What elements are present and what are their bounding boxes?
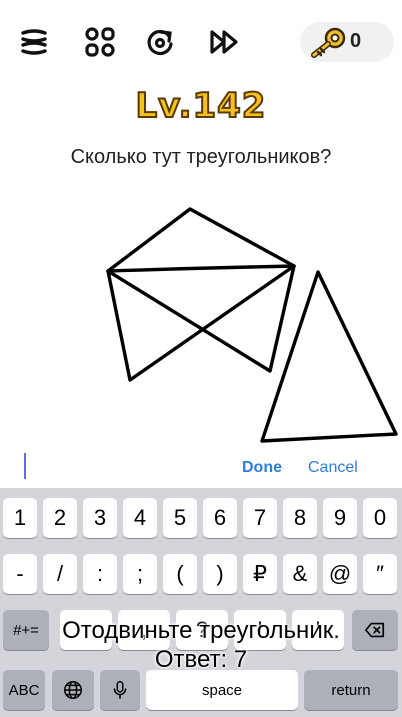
keys-counter[interactable]: 0 bbox=[300, 22, 394, 62]
hint-line-1: Отодвиньте треугольник. bbox=[62, 617, 340, 644]
done-button[interactable]: Done bbox=[242, 459, 282, 477]
key-icon bbox=[311, 27, 346, 58]
key-hyphen[interactable]: - bbox=[3, 554, 37, 594]
globe-key[interactable] bbox=[52, 670, 94, 710]
key-4[interactable]: 4 bbox=[123, 498, 157, 538]
skip-icon[interactable] bbox=[206, 24, 242, 60]
key-3[interactable]: 3 bbox=[83, 498, 117, 538]
key-1[interactable]: 1 bbox=[3, 498, 37, 538]
key-semicolon[interactable]: ; bbox=[123, 554, 157, 594]
answer-input-row[interactable]: Done Cancel bbox=[0, 446, 402, 488]
movable-triangle[interactable] bbox=[260, 270, 398, 443]
cancel-button[interactable]: Cancel bbox=[308, 459, 358, 477]
key-5[interactable]: 5 bbox=[163, 498, 197, 538]
dictation-key[interactable] bbox=[100, 670, 140, 710]
key-open-paren[interactable]: ( bbox=[163, 554, 197, 594]
numeric-keyboard: 1 2 3 4 5 6 7 8 9 0 - / : ; ( ) ₽ & @ ″ … bbox=[0, 488, 402, 717]
key-slash[interactable]: / bbox=[43, 554, 77, 594]
level-title: Lv.142 bbox=[135, 85, 267, 127]
key-0[interactable]: 0 bbox=[363, 498, 397, 538]
space-key[interactable]: space bbox=[146, 670, 298, 710]
key-2[interactable]: 2 bbox=[43, 498, 77, 538]
text-caret bbox=[24, 453, 26, 479]
key-6[interactable]: 6 bbox=[203, 498, 237, 538]
restart-icon[interactable] bbox=[142, 24, 178, 60]
key-close-paren[interactable]: ) bbox=[203, 554, 237, 594]
keys-count: 0 bbox=[350, 30, 362, 52]
levels-grid-icon[interactable] bbox=[82, 24, 118, 60]
menu-icon[interactable] bbox=[16, 24, 52, 60]
key-quote[interactable]: ″ bbox=[363, 554, 397, 594]
top-toolbar: 0 bbox=[0, 0, 402, 84]
abc-key[interactable]: ABC bbox=[3, 670, 45, 710]
key-at[interactable]: @ bbox=[323, 554, 357, 594]
key-7[interactable]: 7 bbox=[243, 498, 277, 538]
globe-icon bbox=[64, 681, 82, 699]
key-ampersand[interactable]: & bbox=[283, 554, 317, 594]
key-colon[interactable]: : bbox=[83, 554, 117, 594]
envelope-shape bbox=[106, 207, 296, 382]
microphone-icon bbox=[113, 681, 127, 699]
hint-line-2: Ответ: 7 bbox=[154, 646, 248, 673]
key-8[interactable]: 8 bbox=[283, 498, 317, 538]
key-9[interactable]: 9 bbox=[323, 498, 357, 538]
question-text: Сколько тут треугольников? bbox=[70, 146, 332, 168]
key-ruble[interactable]: ₽ bbox=[243, 554, 277, 594]
return-key[interactable]: return bbox=[304, 670, 398, 710]
puzzle-figure[interactable] bbox=[0, 196, 402, 446]
